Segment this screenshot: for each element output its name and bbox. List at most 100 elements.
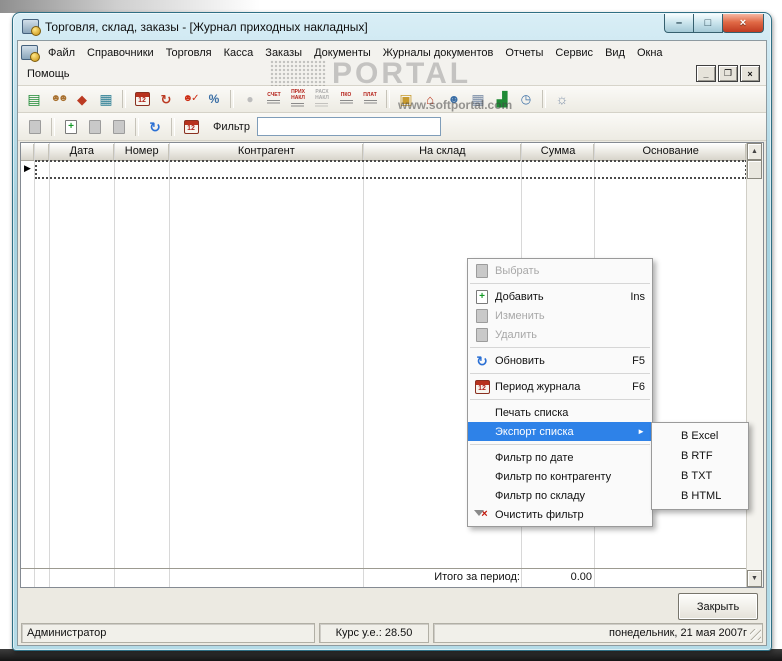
- context-clear-filter[interactable]: × Очистить фильтр: [468, 505, 652, 524]
- invoice-button[interactable]: СЧЕТ: [262, 88, 286, 110]
- context-filter-by-warehouse[interactable]: Фильтр по складу: [468, 486, 652, 505]
- minimize-button[interactable]: –: [664, 14, 694, 33]
- row-indicator-header[interactable]: [21, 143, 34, 161]
- user-button[interactable]: ☻: [442, 88, 466, 110]
- person-check-button[interactable]: ☻✓: [178, 88, 202, 110]
- context-edit[interactable]: Изменить: [468, 306, 652, 325]
- menu-cash[interactable]: Касса: [218, 45, 260, 61]
- close-window-button[interactable]: ×: [722, 14, 764, 33]
- document-turnover-button[interactable]: ↻: [154, 88, 178, 110]
- clock-icon: ◷: [520, 92, 532, 106]
- selected-row[interactable]: [35, 160, 747, 179]
- add-doc-button[interactable]: +: [59, 116, 83, 138]
- cash-order-button[interactable]: ПКО: [334, 88, 358, 110]
- statistics-icon: ▦: [99, 91, 113, 107]
- cash-order-icon: ПКО: [340, 92, 353, 105]
- menu-documents[interactable]: Документы: [308, 45, 377, 61]
- mdi-controls: _ ❐ ×: [696, 65, 760, 82]
- refresh-button[interactable]: ↻: [143, 116, 167, 138]
- context-filter-by-contractor[interactable]: Фильтр по контрагенту: [468, 467, 652, 486]
- window-controls: – □ ×: [664, 14, 764, 33]
- suppliers-icon: ◆: [77, 91, 87, 107]
- total-period-value: 0.00: [570, 571, 592, 583]
- warehouse-header[interactable]: На склад: [364, 143, 521, 161]
- calendar-icon: 12: [472, 379, 492, 394]
- marker-header[interactable]: [34, 143, 49, 161]
- percent-button[interactable]: %: [202, 88, 226, 110]
- close-journal-button[interactable]: Закрыть: [678, 593, 758, 620]
- context-filter-by-warehouse-label: Фильтр по складу: [495, 489, 586, 502]
- export-html[interactable]: В HTML: [652, 486, 748, 506]
- journal-period-button[interactable]: 12: [179, 116, 203, 138]
- bar-chart-button[interactable]: ▟: [490, 88, 514, 110]
- menu-row-1: Файл Справочники Торговля Касса Заказы Докуме…: [21, 42, 763, 63]
- context-filter-by-date[interactable]: Фильтр по дате: [468, 448, 652, 467]
- calendar-button[interactable]: 12: [130, 88, 154, 110]
- scroll-up-icon[interactable]: ▲: [747, 143, 762, 160]
- scrollbar-thumb[interactable]: [747, 160, 762, 179]
- receipt-note-button[interactable]: ПРИХ НАКЛ: [286, 88, 310, 110]
- toolbar-separator: [386, 90, 390, 108]
- vertical-scrollbar[interactable]: ▲ ▼: [746, 143, 763, 587]
- toolbar-separator: [230, 90, 234, 108]
- context-print-list[interactable]: Печать списка: [468, 403, 652, 422]
- edit-doc-icon: [472, 308, 492, 323]
- clients-icon: ☻☻: [50, 93, 68, 104]
- context-print-list-label: Печать списка: [495, 406, 569, 419]
- delete-doc-icon: [476, 327, 488, 342]
- clients-button[interactable]: ☻☻: [46, 88, 70, 110]
- menu-trade[interactable]: Торговля: [160, 45, 218, 61]
- sum-header[interactable]: Сумма: [521, 143, 595, 161]
- mdi-restore-button[interactable]: ❐: [718, 65, 738, 82]
- mdi-close-button[interactable]: ×: [740, 65, 760, 82]
- home-export-button[interactable]: ⌂: [418, 88, 442, 110]
- context-add[interactable]: + Добавить Ins: [468, 287, 652, 306]
- menu-file[interactable]: Файл: [42, 45, 81, 61]
- export-rtf[interactable]: В RTF: [652, 446, 748, 466]
- payment-button[interactable]: ПЛАТ: [358, 88, 382, 110]
- toolbar-separator: [171, 117, 175, 136]
- suppliers-button[interactable]: ◆: [70, 88, 94, 110]
- menu-view[interactable]: Вид: [599, 45, 631, 61]
- invoice-icon: СЧЕТ: [267, 92, 280, 105]
- stamp-button[interactable]: ●: [238, 88, 262, 110]
- number-column: Номер: [114, 143, 170, 587]
- menu-orders[interactable]: Заказы: [259, 45, 308, 61]
- refresh-icon: ↻: [472, 354, 492, 368]
- contractor-header[interactable]: Контрагент: [169, 143, 364, 161]
- menu-help[interactable]: Помощь: [21, 66, 76, 82]
- edit-doc-icon: [89, 119, 101, 134]
- menu-reports[interactable]: Отчеты: [499, 45, 549, 61]
- safe-button[interactable]: ▣: [394, 88, 418, 110]
- date-header[interactable]: Дата: [49, 143, 114, 161]
- menu-directories[interactable]: Справочники: [81, 45, 160, 61]
- statistics-button[interactable]: ▦: [94, 88, 118, 110]
- settings-button[interactable]: ☼: [550, 88, 574, 110]
- mdi-minimize-button[interactable]: _: [696, 65, 716, 82]
- context-refresh[interactable]: ↻ Обновить F5: [468, 351, 652, 370]
- titlebar[interactable]: Торговля, склад, заказы - [Журнал приход…: [13, 13, 771, 40]
- menu-service[interactable]: Сервис: [549, 45, 599, 61]
- context-delete[interactable]: Удалить: [468, 325, 652, 344]
- export-excel[interactable]: В Excel: [652, 426, 748, 446]
- export-txt[interactable]: В TXT: [652, 466, 748, 486]
- menu-windows[interactable]: Окна: [631, 45, 669, 61]
- context-journal-period[interactable]: 12 Период журнала F6: [468, 377, 652, 396]
- scroll-down-icon[interactable]: ▼: [747, 570, 762, 587]
- add-doc-icon: +: [476, 289, 488, 304]
- number-header[interactable]: Номер: [114, 143, 169, 161]
- bar-chart-icon: ▟: [496, 91, 508, 107]
- table-button[interactable]: ▦: [466, 88, 490, 110]
- clock-button[interactable]: ◷: [514, 88, 538, 110]
- basis-header[interactable]: Основание: [595, 143, 747, 161]
- menu-document-journals[interactable]: Журналы документов: [377, 45, 500, 61]
- maximize-button[interactable]: □: [693, 14, 723, 33]
- context-select[interactable]: Выбрать: [468, 261, 652, 280]
- expense-note-button[interactable]: РАСХ НАКЛ: [310, 88, 334, 110]
- delete-doc-icon: [113, 119, 125, 134]
- resize-grip[interactable]: [750, 629, 761, 640]
- filter-input[interactable]: [256, 117, 441, 136]
- cash-register-button[interactable]: ▤: [22, 88, 46, 110]
- context-export-list[interactable]: Экспорт списка ►: [468, 422, 652, 441]
- export-submenu: В Excel В RTF В TXT В HTML: [651, 422, 749, 510]
